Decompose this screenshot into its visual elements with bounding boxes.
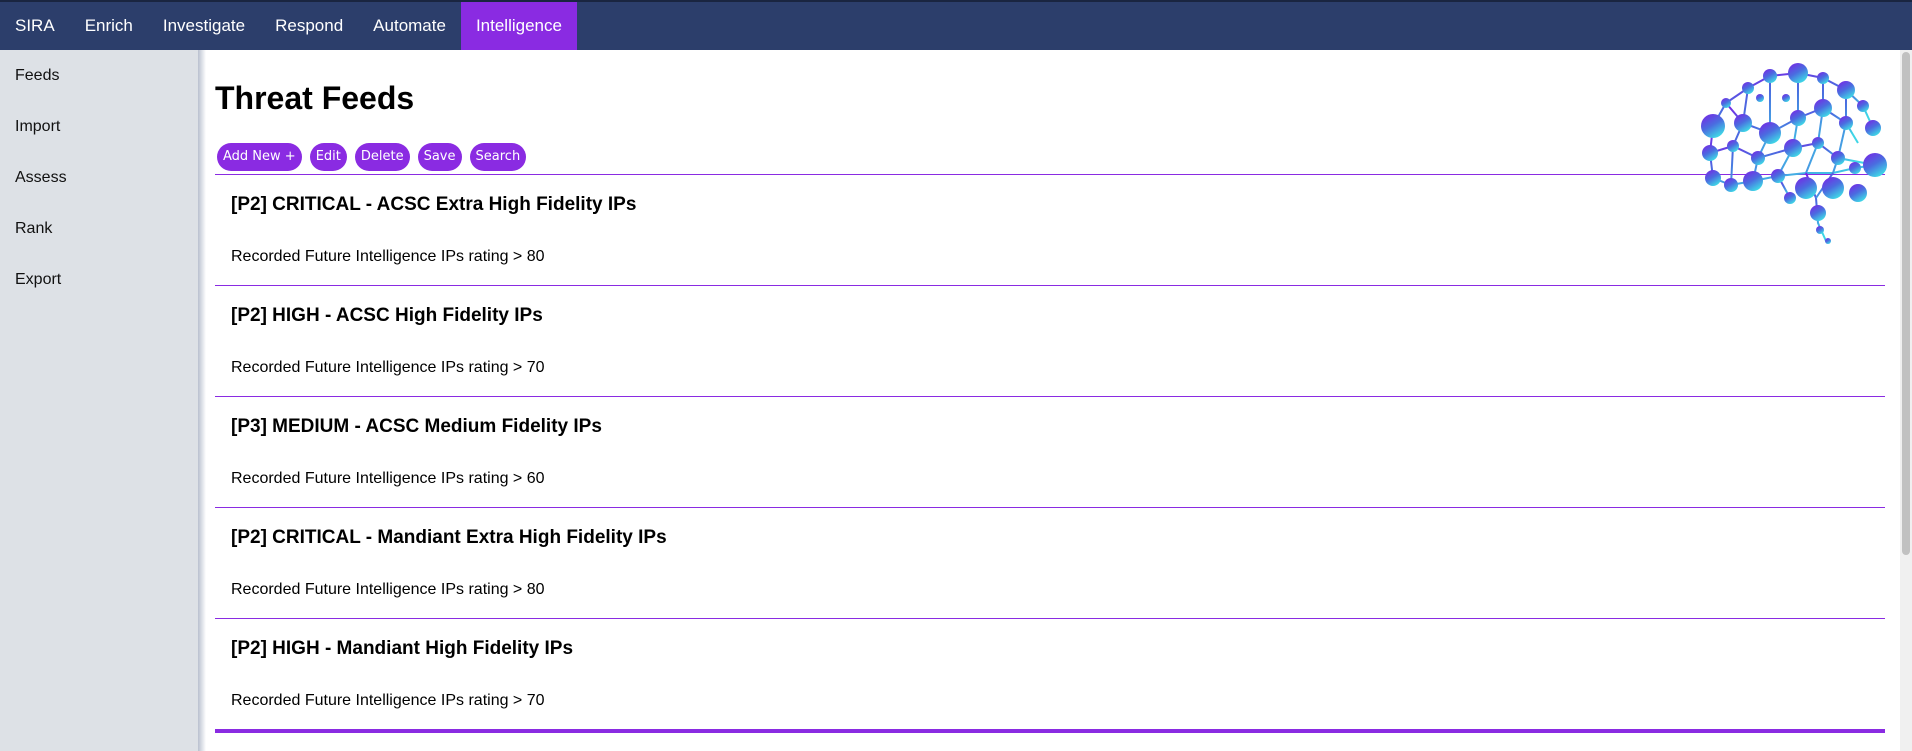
feed-description: Recorded Future Intelligence IPs rating … xyxy=(231,248,545,265)
nav-item-automate[interactable]: Automate xyxy=(358,2,461,50)
vertical-scrollbar[interactable] xyxy=(1900,50,1912,751)
top-navigation: SIRA Enrich Investigate Respond Automate… xyxy=(0,0,1912,50)
toolbar: Add New + Edit Delete Save Search xyxy=(217,143,527,171)
feed-title: [P2] CRITICAL - Mandiant Extra High Fide… xyxy=(231,527,667,548)
nav-item-investigate[interactable]: Investigate xyxy=(148,2,260,50)
sidebar-item-rank[interactable]: Rank xyxy=(0,203,198,254)
feed-description: Recorded Future Intelligence IPs rating … xyxy=(231,581,545,598)
nav-item-sira[interactable]: SIRA xyxy=(0,2,70,50)
feed-list: [P2] CRITICAL - ACSC Extra High Fidelity… xyxy=(215,174,1885,733)
nav-item-intelligence[interactable]: Intelligence xyxy=(460,2,577,50)
list-item[interactable]: [P2] HIGH - Mandiant High Fidelity IPs R… xyxy=(215,618,1885,729)
save-button[interactable]: Save xyxy=(417,143,462,171)
add-new-button[interactable]: Add New + xyxy=(217,143,302,171)
brain-network-icon xyxy=(1701,63,1887,244)
main-content: Threat Feeds Add New + Edit Delete Save … xyxy=(215,50,1885,751)
nav-item-respond[interactable]: Respond xyxy=(260,2,358,50)
sidebar-item-feeds[interactable]: Feeds xyxy=(0,50,198,101)
list-item[interactable]: [P2] CRITICAL - Mandiant Extra High Fide… xyxy=(215,507,1885,618)
sidebar-divider xyxy=(198,50,206,751)
edit-button[interactable]: Edit xyxy=(309,143,347,171)
feed-title: [P2] HIGH - ACSC High Fidelity IPs xyxy=(231,305,543,326)
list-end-divider xyxy=(215,729,1885,733)
feed-description: Recorded Future Intelligence IPs rating … xyxy=(231,692,545,709)
feed-description: Recorded Future Intelligence IPs rating … xyxy=(231,359,545,376)
list-item[interactable]: [P2] CRITICAL - ACSC Extra High Fidelity… xyxy=(215,174,1885,285)
feed-title: [P2] CRITICAL - ACSC Extra High Fidelity… xyxy=(231,194,637,215)
list-item[interactable]: [P2] HIGH - ACSC High Fidelity IPs Recor… xyxy=(215,285,1885,396)
sidebar-item-export[interactable]: Export xyxy=(0,254,198,305)
feed-description: Recorded Future Intelligence IPs rating … xyxy=(231,470,545,487)
search-button[interactable]: Search xyxy=(469,143,527,171)
delete-button[interactable]: Delete xyxy=(354,143,410,171)
sidebar-item-assess[interactable]: Assess xyxy=(0,152,198,203)
feed-title: [P3] MEDIUM - ACSC Medium Fidelity IPs xyxy=(231,416,602,437)
nav-item-enrich[interactable]: Enrich xyxy=(70,2,148,50)
sidebar-item-import[interactable]: Import xyxy=(0,101,198,152)
page-title: Threat Feeds xyxy=(215,80,415,116)
list-item[interactable]: [P3] MEDIUM - ACSC Medium Fidelity IPs R… xyxy=(215,396,1885,507)
feed-title: [P2] HIGH - Mandiant High Fidelity IPs xyxy=(231,638,574,659)
sidebar: Feeds Import Assess Rank Export xyxy=(0,50,198,751)
scrollbar-thumb[interactable] xyxy=(1902,52,1910,555)
